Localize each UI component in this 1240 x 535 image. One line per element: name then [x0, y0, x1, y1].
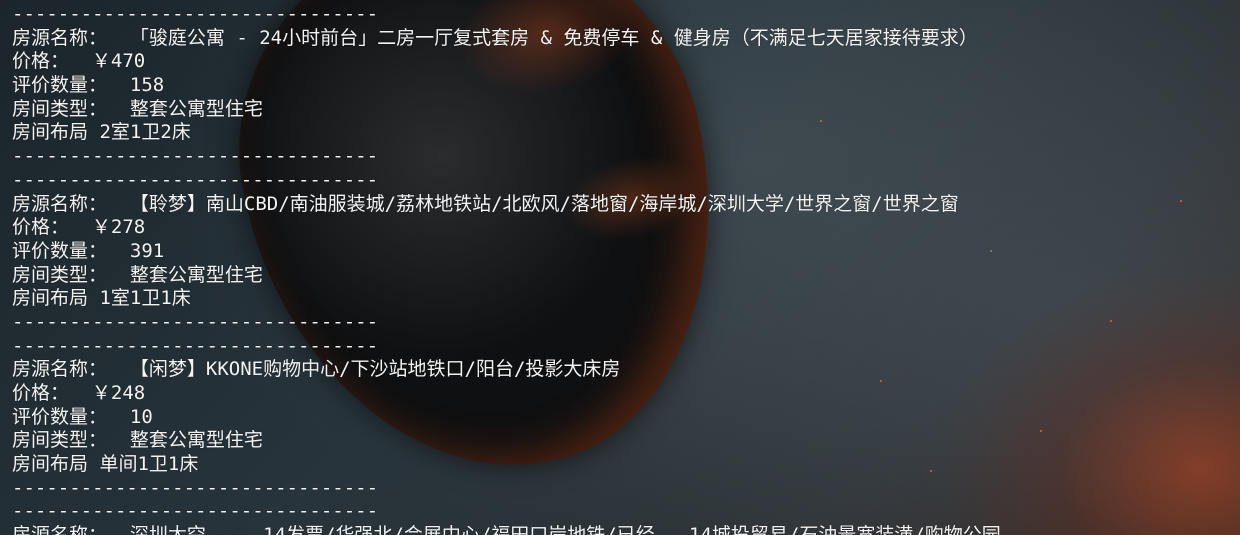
listing-type-line: 房间类型： 整套公寓型住宅	[12, 429, 1232, 453]
separator-line: --------------------------------	[12, 500, 379, 523]
price-label: 价格：	[12, 382, 70, 404]
price-label: 价格：	[12, 50, 70, 73]
listing-block: 房源名称： 【闲梦】KKONE购物中心/下沙站地铁口/阳台/投影大床房 价格： …	[12, 358, 1232, 476]
listing-reviews: 158	[129, 74, 165, 97]
type-label: 房间类型：	[12, 429, 108, 452]
listing-name-line: 房源名称： 「骏庭公寓 - 24小时前台」二房一厅复式套房 & 免费停车 & 健…	[12, 27, 1232, 51]
listing-block: 房源名称： 【聆梦】南山CBD/南油服装城/荔林地铁站/北欧风/落地窗/海岸城/…	[12, 193, 1232, 311]
separator-line: --------------------------------	[12, 3, 379, 25]
listing-price-line: 价格： ￥278	[12, 216, 1232, 240]
layout-label: 房间布局	[12, 453, 89, 476]
listing-name-line: 房源名称： 【聆梦】南山CBD/南油服装城/荔林地铁站/北欧风/落地窗/海岸城/…	[12, 193, 1232, 217]
listing-layout: 2室1卫2床	[99, 121, 191, 144]
terminal-output[interactable]: -------------------------------- 房源名称： 「…	[12, 3, 1232, 535]
listing-type: 整套公寓型住宅	[129, 263, 263, 286]
listing-price-line: 价格： ￥470	[12, 50, 1232, 74]
listing-layout-line: 房间布局 单间1卫1床	[12, 453, 1232, 477]
name-label: 房源名称：	[12, 26, 108, 49]
type-label: 房间类型：	[12, 263, 108, 286]
reviews-label: 评价数量：	[12, 405, 108, 428]
layout-label: 房间布局	[12, 287, 89, 310]
listing-type-line: 房间类型： 整套公寓型住宅	[12, 264, 1232, 288]
separator-line: --------------------------------	[12, 476, 379, 499]
listing-layout-line: 房间布局 2室1卫2床	[12, 121, 1232, 145]
listing-layout: 单间1卫1床	[99, 453, 199, 476]
listing-reviews: 391	[129, 239, 165, 262]
listing-price-line: 价格： ￥248	[12, 382, 1232, 406]
price-label: 价格：	[12, 216, 70, 239]
listing-reviews-line: 评价数量： 10	[12, 406, 1232, 430]
type-label: 房间类型：	[12, 97, 108, 120]
listing-price: ￥248	[91, 382, 146, 404]
listing-price: ￥278	[91, 216, 146, 239]
listing-name-line: 房源名称： 【闲梦】KKONE购物中心/下沙站地铁口/阳台/投影大床房	[12, 358, 1232, 382]
partial-listing-name-line: 房源名称： 深圳太空 --- 14发票/华强北/会展中心/福田口岸地铁/已经..…	[12, 524, 1232, 535]
separator-line: --------------------------------	[12, 145, 379, 168]
listing-type-line: 房间类型： 整套公寓型住宅	[12, 98, 1232, 122]
separator-line: --------------------------------	[12, 334, 379, 357]
listing-reviews-line: 评价数量： 391	[12, 240, 1232, 264]
separator-line: --------------------------------	[12, 310, 379, 333]
separator-line: --------------------------------	[12, 168, 379, 191]
layout-label: 房间布局	[12, 121, 89, 144]
listing-type: 整套公寓型住宅	[129, 429, 263, 452]
listing-price: ￥470	[91, 50, 146, 73]
name-label: 房源名称：	[12, 192, 108, 215]
listing-layout-line: 房间布局 1室1卫1床	[12, 287, 1232, 311]
reviews-label: 评价数量：	[12, 74, 108, 97]
listing-name: 「骏庭公寓 - 24小时前台」二房一厅复式套房 & 免费停车 & 健身房（不满足…	[129, 26, 978, 49]
listing-block: 房源名称： 「骏庭公寓 - 24小时前台」二房一厅复式套房 & 免费停车 & 健…	[12, 27, 1232, 145]
listing-reviews-line: 评价数量： 158	[12, 74, 1232, 98]
name-label: 房源名称：	[12, 358, 108, 381]
listing-name: 【闲梦】KKONE购物中心/下沙站地铁口/阳台/投影大床房	[129, 358, 621, 381]
listing-type: 整套公寓型住宅	[129, 97, 263, 120]
listing-name: 【聆梦】南山CBD/南油服装城/荔林地铁站/北欧风/落地窗/海岸城/深圳大学/世…	[129, 192, 959, 215]
listing-reviews: 10	[129, 405, 153, 428]
listing-layout: 1室1卫1床	[99, 287, 191, 310]
reviews-label: 评价数量：	[12, 239, 108, 262]
